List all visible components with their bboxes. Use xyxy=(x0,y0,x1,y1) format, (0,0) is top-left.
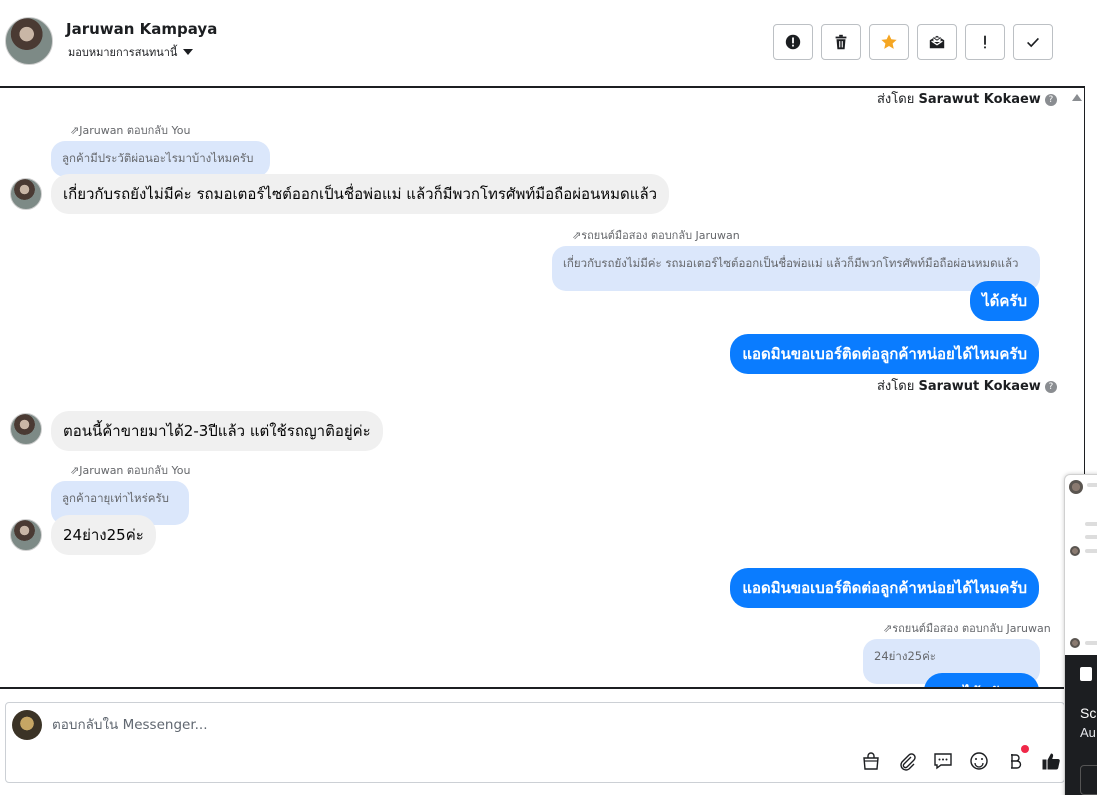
baht-icon xyxy=(1011,754,1022,769)
notification-dot xyxy=(1021,745,1029,753)
mark-spam-button[interactable] xyxy=(773,24,813,60)
sent-by-prefix: ส่งโดย xyxy=(877,379,915,394)
outgoing-message[interactable]: แอดมินขอเบอร์ติดต่อลูกค้าหน่อยได้ไหมครับ xyxy=(730,568,1039,608)
message-thread[interactable]: ส่งโดย Sarawut Kokaew? ⇗Jaruwan ตอบกลับ … xyxy=(0,86,1085,689)
popup-notification: Scr Au xyxy=(1065,655,1097,795)
shop-button[interactable] xyxy=(859,749,883,773)
reply-header: ⇗รถยนต์มือสอง ตอบกลับ Jaruwan xyxy=(883,622,1051,635)
incoming-message[interactable]: เกี่ยวกับรถยังไม่มีค่ะ รถมอเตอร์ไซต์ออกเ… xyxy=(51,174,670,214)
popup-action-button[interactable] xyxy=(1080,765,1097,795)
help-icon[interactable]: ? xyxy=(1044,94,1057,106)
outgoing-message[interactable]: ได้ครับ xyxy=(970,281,1039,321)
quoted-message[interactable]: เกี่ยวกับรถยังไม่มีค่ะ รถมอเตอร์ไซต์ออกเ… xyxy=(552,246,1040,291)
popup-avatar xyxy=(1069,480,1083,494)
alert-circle-icon xyxy=(785,34,801,50)
reply-input[interactable] xyxy=(52,713,652,737)
delete-button[interactable] xyxy=(821,24,861,60)
composer-toolbar xyxy=(859,745,1063,773)
sent-by-prefix: ส่งโดย xyxy=(877,92,915,107)
mark-done-button[interactable] xyxy=(1013,24,1053,60)
exclamation-icon xyxy=(984,35,986,49)
popup-avatar xyxy=(1070,546,1080,556)
popup-subtitle: Au xyxy=(1080,725,1096,740)
paperclip-icon xyxy=(900,753,916,771)
popup-avatar xyxy=(1070,638,1080,648)
assign-conversation-dropdown[interactable]: มอบหมายการสนทนานี้ xyxy=(68,43,194,61)
attach-button[interactable] xyxy=(895,749,919,773)
reply-header: ⇗Jaruwan ตอบกลับ You xyxy=(70,124,191,137)
page-avatar xyxy=(12,710,42,740)
chat-bubble-icon xyxy=(934,753,952,770)
contact-avatar xyxy=(10,178,42,210)
emoji-button[interactable] xyxy=(967,749,991,773)
assign-label: มอบหมายการสนทนานี้ xyxy=(68,46,178,59)
quoted-message[interactable]: ลูกค้ามีประวัติผ่อนอะไรมาบ้างไหมครับ xyxy=(51,141,270,177)
saved-replies-button[interactable] xyxy=(931,749,955,773)
contact-avatar xyxy=(10,519,42,551)
sent-by-label: ส่งโดย Sarawut Kokaew? xyxy=(877,88,1057,109)
header-toolbar xyxy=(773,24,1053,60)
app-icon xyxy=(1080,667,1092,681)
contact-avatar xyxy=(10,413,42,445)
sender-name: Sarawut Kokaew xyxy=(918,379,1041,394)
like-button[interactable] xyxy=(1039,749,1063,773)
incoming-message[interactable]: ตอนนี้ค้าขายมาได้2-3ปีแล้ว แต่ใช้รถญาติอ… xyxy=(51,411,383,451)
chat-popup-preview[interactable]: Scr Au xyxy=(1064,474,1097,795)
sender-name: Sarawut Kokaew xyxy=(918,92,1041,107)
outgoing-message[interactable]: ออกได้ครับผม xyxy=(924,673,1039,687)
check-icon xyxy=(1027,37,1039,48)
contact-avatar[interactable] xyxy=(5,17,53,65)
star-button[interactable] xyxy=(869,24,909,60)
outgoing-message[interactable]: แอดมินขอเบอร์ติดต่อลูกค้าหน่อยได้ไหมครับ xyxy=(730,334,1039,374)
shopping-bag-icon xyxy=(863,752,879,770)
conversation-header: Jaruwan Kampaya มอบหมายการสนทนานี้ xyxy=(0,0,1085,87)
reply-composer xyxy=(5,702,1065,783)
mark-unread-button[interactable] xyxy=(917,24,957,60)
reply-header: ⇗Jaruwan ตอบกลับ You xyxy=(70,464,191,477)
caret-down-icon xyxy=(183,49,194,55)
popup-title: Scr xyxy=(1080,705,1097,721)
contact-name[interactable]: Jaruwan Kampaya xyxy=(66,20,217,38)
thumbs-up-icon xyxy=(1042,753,1060,770)
mail-icon xyxy=(929,35,945,49)
follow-up-button[interactable] xyxy=(965,24,1005,60)
scroll-up-arrow-icon[interactable] xyxy=(1072,94,1082,101)
star-icon xyxy=(881,34,897,49)
incoming-message[interactable]: 24ย่าง25ค่ะ xyxy=(51,515,156,555)
reply-header: ⇗รถยนต์มือสอง ตอบกลับ Jaruwan xyxy=(572,229,740,242)
sent-by-label: ส่งโดย Sarawut Kokaew? xyxy=(877,375,1057,396)
help-icon[interactable]: ? xyxy=(1044,381,1057,393)
payment-button[interactable] xyxy=(1003,745,1029,773)
trash-icon xyxy=(835,34,847,50)
emoji-icon xyxy=(970,752,988,770)
